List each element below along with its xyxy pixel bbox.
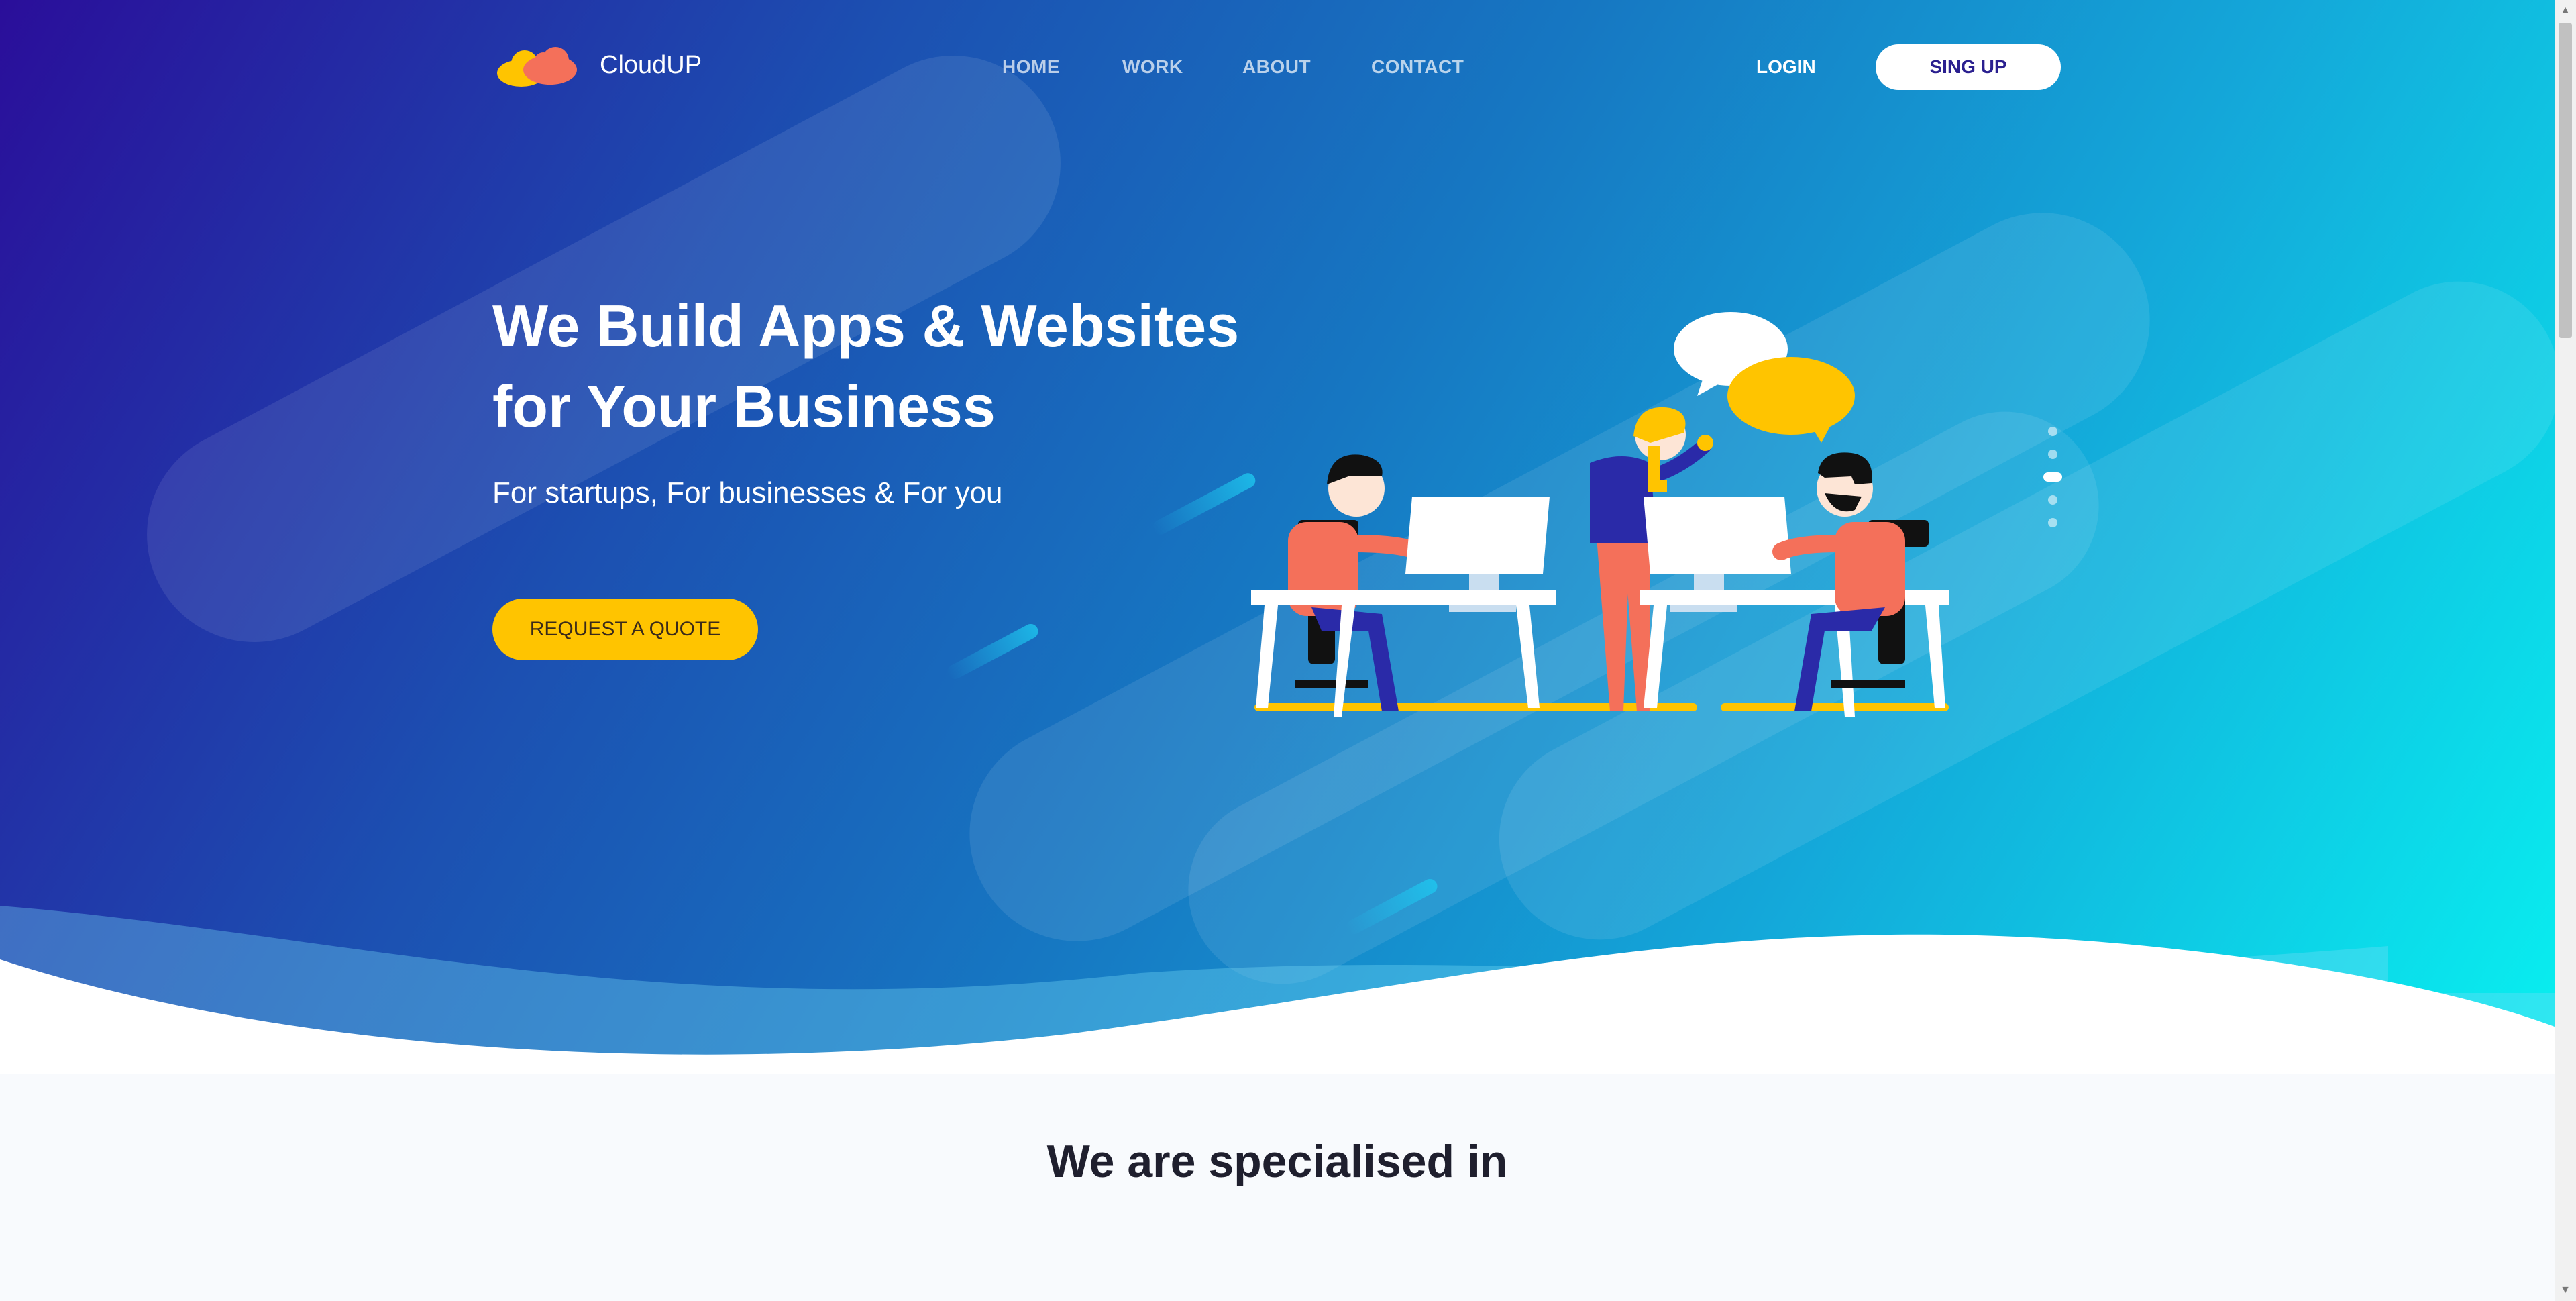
- nav-link-work[interactable]: WORK: [1122, 56, 1183, 78]
- slider-dot[interactable]: [2048, 495, 2057, 505]
- hero-wave: [0, 906, 2555, 1074]
- team-illustration: [1251, 312, 1949, 717]
- page: CloudUP HOME WORK ABOUT CONTACT LOGIN SI…: [0, 0, 2555, 1301]
- bg-streak: [1150, 470, 1258, 537]
- brand-name[interactable]: CloudUP: [600, 51, 702, 80]
- signup-button[interactable]: SING UP: [1876, 44, 2061, 90]
- slider-dot[interactable]: [2048, 427, 2057, 436]
- bg-streak: [945, 621, 1041, 682]
- left-person: [1288, 454, 1424, 711]
- nav-link-contact[interactable]: CONTACT: [1371, 56, 1464, 78]
- slider-dot-active[interactable]: [2043, 472, 2062, 482]
- nav-link-home[interactable]: HOME: [1002, 56, 1060, 78]
- scroll-up-arrow-icon[interactable]: ▲: [2555, 0, 2576, 21]
- nav-link-about[interactable]: ABOUT: [1242, 56, 1311, 78]
- vertical-scrollbar[interactable]: ▲ ▼: [2555, 0, 2576, 1301]
- right-person: [1772, 452, 1929, 711]
- request-quote-button[interactable]: REQUEST A QUOTE: [492, 599, 758, 660]
- scroll-down-arrow-icon[interactable]: ▼: [2555, 1280, 2576, 1301]
- hero-headline-line1: We Build Apps & Websites: [492, 293, 1240, 359]
- speech-bubble-yellow: [1727, 357, 1855, 443]
- login-link[interactable]: LOGIN: [1756, 56, 1816, 78]
- hero-headline-line2: for Your Business: [492, 373, 996, 439]
- slider-dots: [2043, 427, 2062, 531]
- slider-dot[interactable]: [2048, 450, 2057, 459]
- section-title: We are specialised in: [1046, 1136, 1508, 1187]
- hero-headline: We Build Apps & Websites for Your Busine…: [492, 286, 1297, 447]
- cloud-logo-icon[interactable]: [491, 42, 585, 95]
- slider-dot[interactable]: [2048, 518, 2057, 527]
- scrollbar-thumb[interactable]: [2559, 23, 2572, 338]
- hero-subheadline: For startups, For businesses & For you: [492, 476, 1003, 509]
